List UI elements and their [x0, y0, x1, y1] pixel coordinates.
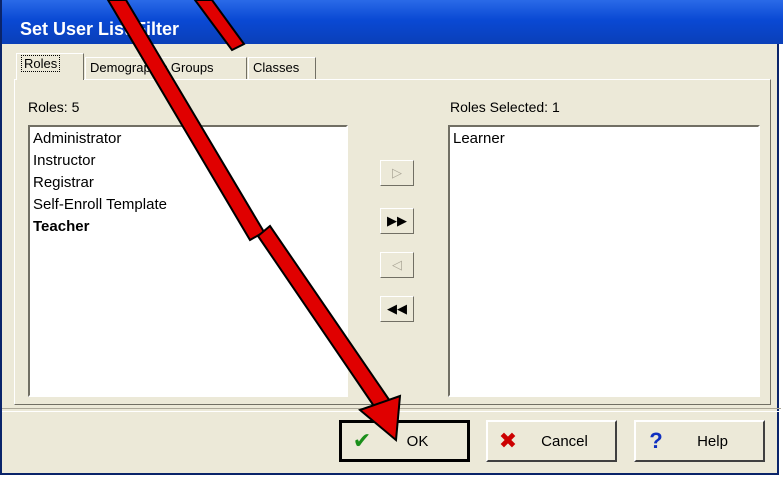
tab-classes[interactable]: Classes	[248, 57, 316, 79]
tab-demographic-groups-label: Demographic Groups	[90, 60, 214, 75]
x-icon: ✖	[498, 428, 518, 453]
cancel-button-label: Cancel	[541, 432, 588, 450]
list-item[interactable]: Self-Enroll Template	[33, 194, 343, 216]
remove-all-roles-button[interactable]: ◀◀	[380, 296, 414, 322]
question-icon: ?	[649, 428, 663, 453]
button-separator	[2, 408, 781, 412]
add-all-roles-button[interactable]: ▶▶	[380, 208, 414, 234]
available-roles-list[interactable]: Administrator Instructor Registrar Self-…	[28, 125, 348, 397]
list-item[interactable]: Registrar	[33, 172, 343, 194]
tab-demographic-groups[interactable]: Demographic Groups	[85, 57, 247, 79]
title-bar[interactable]: Set User List Filter	[2, 0, 783, 44]
tab-roles-label: Roles	[21, 55, 61, 72]
cancel-button[interactable]: ✖ Cancel	[486, 420, 617, 462]
help-button-label: Help	[697, 432, 728, 450]
ok-button-label: OK	[406, 432, 429, 450]
available-roles-label: Roles: 5	[28, 99, 80, 115]
selected-roles-list[interactable]: Learner	[448, 125, 760, 397]
list-item[interactable]: Teacher	[33, 216, 343, 238]
selected-roles-label: Roles Selected: 1	[450, 99, 560, 115]
checkmark-icon: ✔	[352, 428, 372, 453]
tab-roles[interactable]: Roles	[16, 53, 84, 80]
help-button[interactable]: ? Help	[634, 420, 765, 462]
list-item[interactable]: Administrator	[33, 128, 343, 150]
ok-button[interactable]: ✔ OK	[339, 420, 470, 462]
add-role-button[interactable]: ▷	[380, 160, 414, 186]
dialog-window: Set User List Filter Roles Demographic G…	[0, 0, 783, 475]
remove-role-button[interactable]: ◁	[380, 252, 414, 278]
window-title: Set User List Filter	[20, 19, 180, 39]
tab-classes-label: Classes	[253, 60, 300, 75]
list-item[interactable]: Instructor	[33, 150, 343, 172]
list-item[interactable]: Learner	[453, 128, 755, 150]
